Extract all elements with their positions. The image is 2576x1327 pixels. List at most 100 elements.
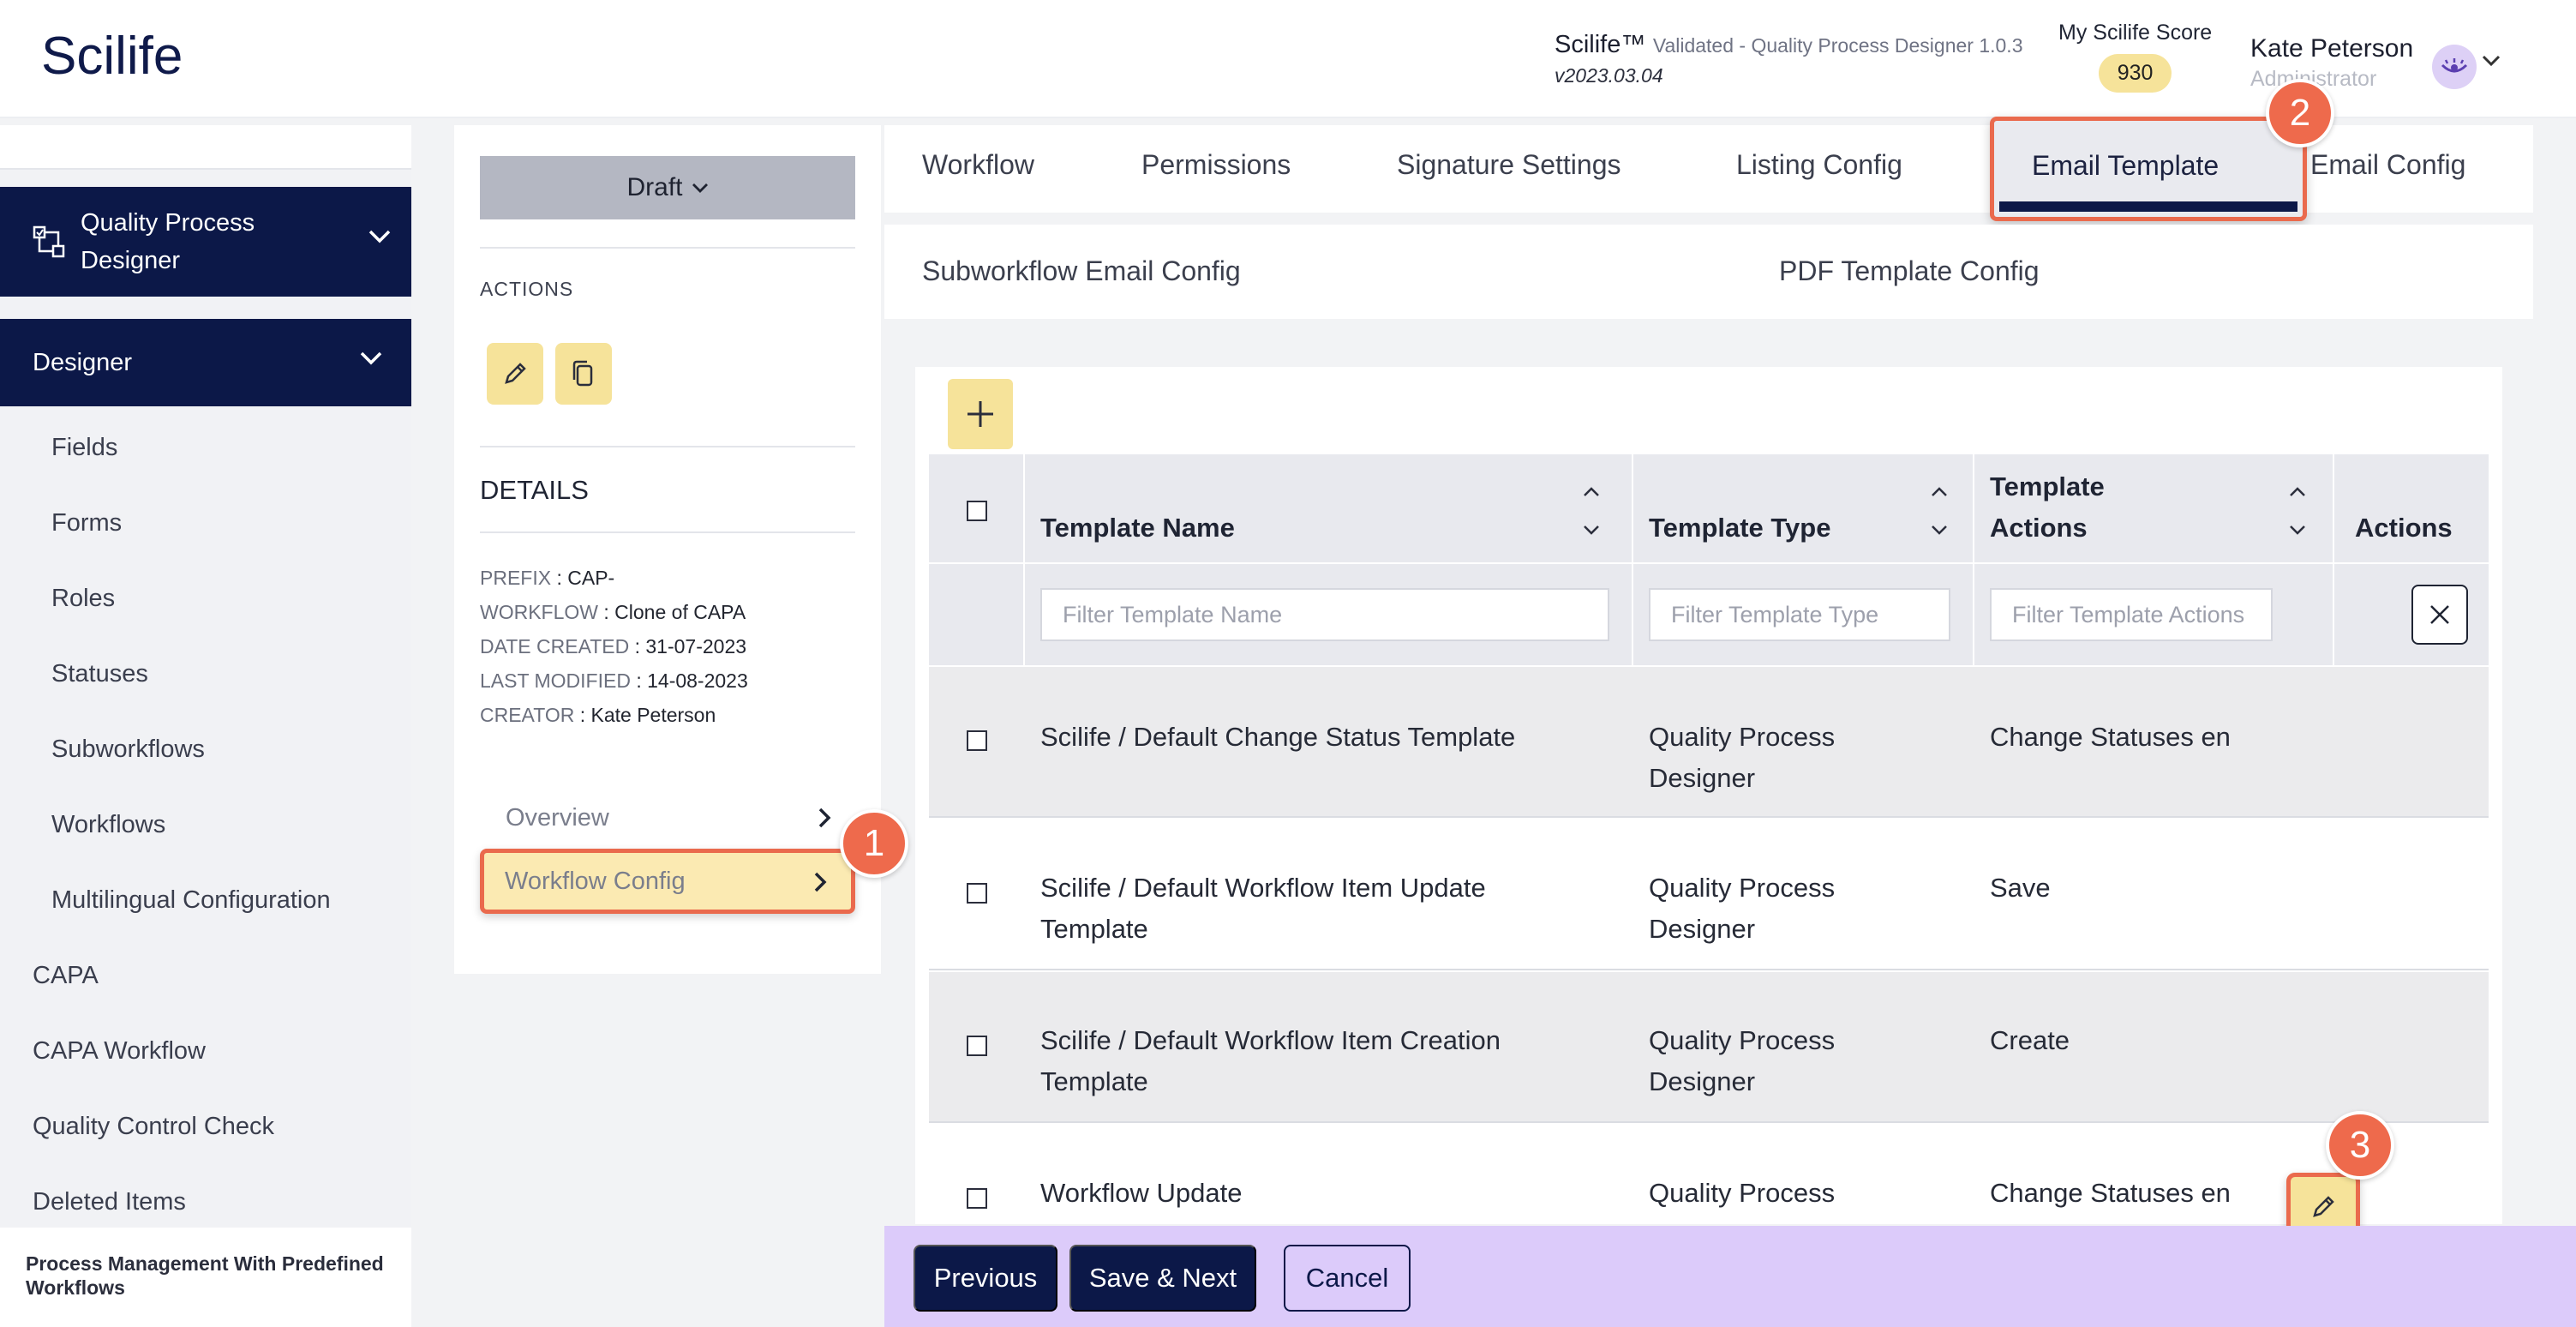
config-tabs-row-2: Subworkflow Email Config PDF Template Co… xyxy=(884,225,2533,319)
tab-email-config[interactable]: Email Config xyxy=(2310,149,2465,181)
table-row[interactable]: Scilife / Default Workflow Item Creation… xyxy=(929,972,2489,1123)
details-list: PREFIX : CAP- WORKFLOW : Clone of CAPA D… xyxy=(480,561,748,732)
filter-template-actions-input[interactable]: Filter Template Actions xyxy=(1990,588,2273,641)
sort-icon[interactable] xyxy=(2288,483,2307,538)
user-name: Kate Peterson xyxy=(2250,34,2414,63)
sidebar-item-fields[interactable]: Fields xyxy=(51,434,117,462)
table-header: Template Name Template Type Template Act… xyxy=(929,454,2489,562)
clone-workflow-button[interactable] xyxy=(555,343,612,405)
tab-pdf-template-config[interactable]: PDF Template Config xyxy=(1779,255,2040,287)
sidebar-item-capa[interactable]: CAPA xyxy=(33,962,99,990)
sidebar-item-subworkflows[interactable]: Subworkflows xyxy=(51,736,205,764)
add-template-button[interactable] xyxy=(948,379,1013,449)
sidebar-item-statuses[interactable]: Statuses xyxy=(51,660,148,688)
table-row[interactable]: Scilife / Default Change Status Template… xyxy=(929,667,2489,818)
score-label: My Scilife Score xyxy=(2058,21,2213,45)
tab-listing-config[interactable]: Listing Config xyxy=(1736,149,1902,181)
column-separator xyxy=(2333,564,2334,665)
top-bar: Scilife Scilife™ Validated - Quality Pro… xyxy=(0,0,2576,118)
row-checkbox[interactable] xyxy=(967,1036,987,1056)
table-filter-row: Filter Template Name Filter Template Typ… xyxy=(929,564,2489,665)
panel-nav-overview[interactable]: Overview xyxy=(480,789,855,847)
sidebar-section-label: Designer xyxy=(33,348,133,376)
panel-nav-workflow-config[interactable]: Workflow Config xyxy=(480,849,855,914)
chevron-right-icon xyxy=(818,808,831,828)
detail-prefix: PREFIX : CAP- xyxy=(480,567,615,589)
save-next-button[interactable]: Save & Next xyxy=(1069,1245,1256,1312)
sidebar-subnav: Fields Forms Roles Statuses Subworkflows… xyxy=(0,413,411,1327)
previous-button[interactable]: Previous xyxy=(914,1245,1057,1312)
template-name-cell: Scilife / Default Workflow Item Creation… xyxy=(1040,1025,1501,1096)
avatar[interactable] xyxy=(2432,45,2477,89)
table-row[interactable]: Scilife / Default Workflow Item Update T… xyxy=(929,820,2489,970)
copy-icon xyxy=(572,360,593,387)
detail-creator: CREATOR : Kate Peterson xyxy=(480,704,716,726)
column-header-actions: Actions xyxy=(2355,513,2453,543)
tab-subworkflow-email-config[interactable]: Subworkflow Email Config xyxy=(922,255,1241,287)
pencil-icon xyxy=(505,363,526,384)
sidebar-item-multilingual-configuration[interactable]: Multilingual Configuration xyxy=(51,886,331,915)
template-actions-cell: Save xyxy=(1990,873,2051,903)
tab-workflow[interactable]: Workflow xyxy=(922,149,1034,181)
row-checkbox[interactable] xyxy=(967,730,987,751)
sort-icon[interactable] xyxy=(1930,483,1949,538)
clear-filters-button[interactable] xyxy=(2411,585,2468,645)
row-checkbox[interactable] xyxy=(967,1188,987,1209)
callout-1: 1 xyxy=(840,809,908,878)
filter-template-name-input[interactable]: Filter Template Name xyxy=(1040,588,1609,641)
pencil-icon xyxy=(2313,1196,2334,1217)
column-header-template-actions[interactable]: Template Actions xyxy=(1990,466,2105,549)
detail-last-modified: LAST MODIFIED : 14-08-2023 xyxy=(480,670,748,692)
filter-template-type-input[interactable]: Filter Template Type xyxy=(1649,588,1950,641)
tab-email-template[interactable]: Email Template xyxy=(1990,117,2307,221)
app-logo[interactable]: Scilife xyxy=(41,26,183,87)
detail-date-created: DATE CREATED : 31-07-2023 xyxy=(480,635,747,657)
app-subtitle: Validated - Quality Process Designer 1.0… xyxy=(1652,34,2023,57)
row-checkbox[interactable] xyxy=(967,883,987,904)
divider xyxy=(480,531,855,533)
table-row[interactable]: Workflow Update Quality Process Designer… xyxy=(929,1125,2489,1224)
sidebar-top-strip xyxy=(0,125,411,170)
sidebar-module-label: Quality Process Designer xyxy=(81,209,255,274)
panel-nav-label: Workflow Config xyxy=(505,867,686,895)
template-name-cell: Workflow Update xyxy=(1040,1178,1243,1208)
template-actions-cell: Create xyxy=(1990,1025,2070,1055)
bottom-action-bar: Previous Save & Next Cancel xyxy=(884,1226,2576,1327)
divider xyxy=(480,446,855,447)
template-type-cell: Quality Process Designer xyxy=(1649,873,1836,944)
column-separator xyxy=(1023,564,1025,665)
sort-icon[interactable] xyxy=(1582,483,1601,538)
column-header-template-name[interactable]: Template Name xyxy=(1040,507,1235,549)
sidebar-item-roles[interactable]: Roles xyxy=(51,585,115,613)
tab-permissions[interactable]: Permissions xyxy=(1141,149,1291,181)
score-widget[interactable]: My Scilife Score 930 xyxy=(2058,21,2212,93)
sidebar-section-designer[interactable]: Designer xyxy=(0,319,411,406)
column-separator xyxy=(1632,564,1633,665)
sidebar-item-workflows[interactable]: Workflows xyxy=(51,811,165,839)
sidebar-item-forms[interactable]: Forms xyxy=(51,509,122,537)
sidebar-module-quality-process-designer[interactable]: Quality Process Designer xyxy=(0,187,411,297)
status-dropdown[interactable]: Draft xyxy=(480,156,855,219)
chevron-right-icon xyxy=(814,872,827,892)
sidebar-item-capa-workflow[interactable]: CAPA Workflow xyxy=(33,1037,206,1066)
panel-nav-label: Overview xyxy=(506,803,609,832)
workflow-details-panel: Draft ACTIONS DETAILS PREFIX : CAP- WORK… xyxy=(454,125,881,974)
status-dropdown-label: Draft xyxy=(626,173,683,201)
edit-workflow-button[interactable] xyxy=(487,343,543,405)
detail-workflow: WORKFLOW : Clone of CAPA xyxy=(480,601,746,623)
cancel-button[interactable]: Cancel xyxy=(1284,1245,1411,1312)
tab-label: Email Template xyxy=(2032,150,2220,181)
user-role: Administrator xyxy=(2250,67,2377,91)
chevron-down-icon[interactable] xyxy=(2482,55,2501,67)
column-header-template-type[interactable]: Template Type xyxy=(1649,507,1830,549)
plus-icon xyxy=(967,401,993,427)
chevron-down-icon xyxy=(692,183,708,193)
user-menu[interactable]: Kate Peterson Administrator xyxy=(2250,34,2413,92)
tab-signature-settings[interactable]: Signature Settings xyxy=(1397,149,1621,181)
sidebar-item-quality-control-check[interactable]: Quality Control Check xyxy=(33,1113,274,1141)
sidebar-item-deleted-items[interactable]: Deleted Items xyxy=(33,1188,186,1216)
column-separator xyxy=(2333,454,2334,562)
select-all-checkbox[interactable] xyxy=(967,501,987,521)
chevron-down-icon xyxy=(360,351,382,365)
template-actions-cell: Change Statuses en xyxy=(1990,722,2231,752)
